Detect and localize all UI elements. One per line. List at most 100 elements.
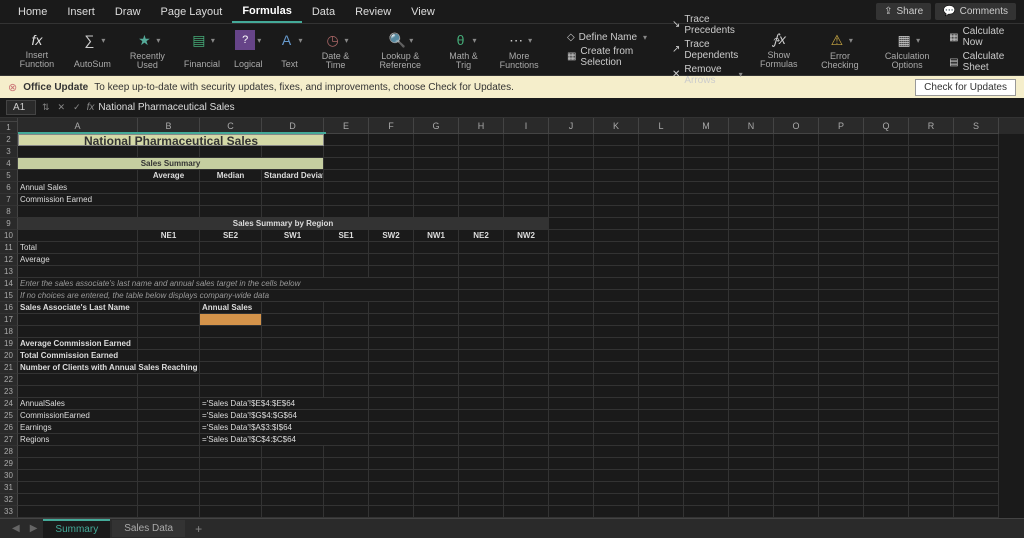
cell-C27[interactable] <box>200 446 262 458</box>
cell-L24[interactable] <box>639 410 684 422</box>
cell-J11[interactable] <box>549 254 594 266</box>
cell-E1[interactable] <box>324 134 369 146</box>
cell-Q32[interactable] <box>864 506 909 518</box>
cell-H13[interactable] <box>459 278 504 290</box>
col-header-E[interactable]: E <box>324 118 369 134</box>
cell-H29[interactable] <box>459 470 504 482</box>
cell-G23[interactable] <box>414 398 459 410</box>
cell-F5[interactable] <box>369 182 414 194</box>
cell-I18[interactable] <box>504 338 549 350</box>
cell-F22[interactable] <box>369 386 414 398</box>
cell-O3[interactable] <box>774 158 819 170</box>
cell-C2[interactable] <box>200 146 262 158</box>
cell-E18[interactable] <box>324 338 369 350</box>
cell-F24[interactable] <box>369 410 414 422</box>
cell-M21[interactable] <box>684 374 729 386</box>
cell-S20[interactable] <box>954 362 999 374</box>
cell-F11[interactable] <box>369 254 414 266</box>
cell-F4[interactable] <box>369 170 414 182</box>
cell-M26[interactable] <box>684 434 729 446</box>
cell-S18[interactable] <box>954 338 999 350</box>
cell-E31[interactable] <box>324 494 369 506</box>
cell-P5[interactable] <box>819 182 864 194</box>
cell-M30[interactable] <box>684 482 729 494</box>
cell-P27[interactable] <box>819 446 864 458</box>
cell-G28[interactable] <box>414 458 459 470</box>
cell-M32[interactable] <box>684 506 729 518</box>
cell-H16[interactable] <box>459 314 504 326</box>
cell-N18[interactable] <box>729 338 774 350</box>
cell-A3[interactable]: Sales Summary <box>18 158 324 170</box>
cell-K31[interactable] <box>594 494 639 506</box>
cell-I4[interactable] <box>504 170 549 182</box>
cell-S17[interactable] <box>954 326 999 338</box>
cell-L31[interactable] <box>639 494 684 506</box>
cell-C32[interactable] <box>200 506 262 518</box>
cell-C6[interactable] <box>200 194 262 206</box>
cell-M8[interactable] <box>684 218 729 230</box>
cell-O12[interactable] <box>774 266 819 278</box>
name-box[interactable]: A1 <box>6 100 36 115</box>
cell-M24[interactable] <box>684 410 729 422</box>
next-sheet-icon[interactable]: ▶ <box>26 523 42 534</box>
cell-M29[interactable] <box>684 470 729 482</box>
cell-L9[interactable] <box>639 230 684 242</box>
cell-Q17[interactable] <box>864 326 909 338</box>
cell-R32[interactable] <box>909 506 954 518</box>
cell-R12[interactable] <box>909 266 954 278</box>
cell-E20[interactable] <box>324 362 369 374</box>
cell-S30[interactable] <box>954 482 999 494</box>
cell-J21[interactable] <box>549 374 594 386</box>
cell-H32[interactable] <box>459 506 504 518</box>
cell-L2[interactable] <box>639 146 684 158</box>
cell-S29[interactable] <box>954 470 999 482</box>
row-header-2[interactable]: 2 <box>0 134 18 146</box>
cell-L18[interactable] <box>639 338 684 350</box>
cell-P8[interactable] <box>819 218 864 230</box>
cell-C22[interactable] <box>200 386 262 398</box>
cell-N32[interactable] <box>729 506 774 518</box>
cell-A20[interactable]: Number of Clients with Annual Sales Reac… <box>18 362 200 374</box>
col-header-C[interactable]: C <box>200 118 262 134</box>
cell-M14[interactable] <box>684 290 729 302</box>
cell-F3[interactable] <box>369 158 414 170</box>
calculate-now-button[interactable]: ▦Calculate Now <box>945 25 1016 49</box>
cell-O29[interactable] <box>774 470 819 482</box>
row-header-15[interactable]: 15 <box>0 290 18 302</box>
cell-E21[interactable] <box>324 374 369 386</box>
cell-E5[interactable] <box>324 182 369 194</box>
row-header-9[interactable]: 9 <box>0 218 18 230</box>
row-header-24[interactable]: 24 <box>0 398 18 410</box>
cell-K1[interactable] <box>594 134 639 146</box>
cell-C25[interactable]: ='Sales Data'!$A$3:$I$64 <box>200 422 369 434</box>
cell-M19[interactable] <box>684 350 729 362</box>
cell-A5[interactable]: Annual Sales <box>18 182 138 194</box>
cell-G26[interactable] <box>414 434 459 446</box>
cell-O21[interactable] <box>774 374 819 386</box>
cell-F30[interactable] <box>369 482 414 494</box>
cell-O9[interactable] <box>774 230 819 242</box>
cell-A29[interactable] <box>18 470 138 482</box>
cell-N2[interactable] <box>729 146 774 158</box>
cell-F15[interactable] <box>369 302 414 314</box>
col-header-M[interactable]: M <box>684 118 729 134</box>
cell-B16[interactable] <box>138 314 200 326</box>
cell-R31[interactable] <box>909 494 954 506</box>
cell-S6[interactable] <box>954 194 999 206</box>
cell-B7[interactable] <box>138 206 200 218</box>
cell-P4[interactable] <box>819 170 864 182</box>
cell-D16[interactable] <box>262 314 324 326</box>
show-formulas-button[interactable]: ∱x Show Formulas <box>749 28 809 71</box>
more-fn-button[interactable]: ⋯▾ More Functions <box>489 28 549 71</box>
cell-S1[interactable] <box>954 134 999 146</box>
math-button[interactable]: θ▾ Math & Trig <box>440 28 487 71</box>
cell-G4[interactable] <box>414 170 459 182</box>
cell-D30[interactable] <box>262 482 324 494</box>
cell-G22[interactable] <box>414 386 459 398</box>
cell-L13[interactable] <box>639 278 684 290</box>
cell-F17[interactable] <box>369 326 414 338</box>
row-header-13[interactable]: 13 <box>0 266 18 278</box>
cell-O10[interactable] <box>774 242 819 254</box>
cell-B10[interactable] <box>138 242 200 254</box>
col-header-J[interactable]: J <box>549 118 594 134</box>
